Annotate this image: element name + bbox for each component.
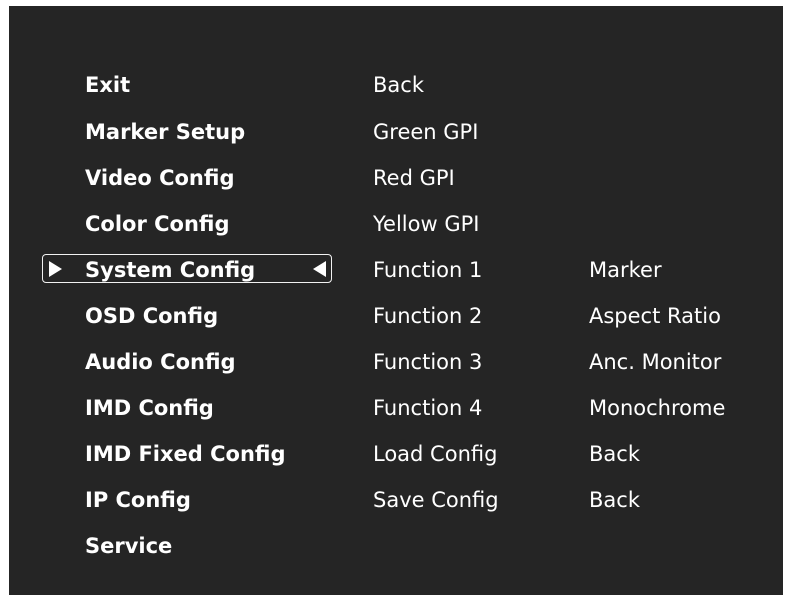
value-load-config: Back [589, 442, 640, 466]
submenu-item-yellow-gpi[interactable]: Yellow GPI [373, 208, 479, 240]
menu-item-imd-config[interactable]: IMD Config [85, 392, 214, 424]
submenu-item-save-config[interactable]: Save Config [373, 484, 499, 516]
value-function-1: Marker [589, 258, 662, 282]
menu-item-ip-config[interactable]: IP Config [85, 484, 191, 516]
menu-item-audio-config[interactable]: Audio Config [85, 346, 236, 378]
value-function-2: Aspect Ratio [589, 304, 721, 328]
value-save-config: Back [589, 488, 640, 512]
menu-item-system-config[interactable]: System Config [85, 254, 255, 286]
submenu-item-green-gpi[interactable]: Green GPI [373, 116, 478, 148]
menu-item-color-config[interactable]: Color Config [85, 208, 230, 240]
submenu-item-load-config[interactable]: Load Config [373, 438, 497, 470]
menu-item-video-config[interactable]: Video Config [85, 162, 234, 194]
submenu-item-function-2[interactable]: Function 2 [373, 300, 482, 332]
submenu-item-function-3[interactable]: Function 3 [373, 346, 482, 378]
menu-item-service[interactable]: Service [85, 530, 172, 562]
submenu-item-red-gpi[interactable]: Red GPI [373, 162, 455, 194]
menu-item-marker-setup[interactable]: Marker Setup [85, 116, 245, 148]
arrow-right-icon [49, 261, 62, 277]
osd-menu-screen: Exit Marker Setup Video Config Color Con… [9, 6, 783, 595]
value-function-3: Anc. Monitor [589, 350, 722, 374]
value-function-4: Monochrome [589, 396, 726, 420]
submenu-item-function-1[interactable]: Function 1 [373, 254, 482, 286]
menu-item-exit[interactable]: Exit [85, 69, 130, 101]
arrow-left-icon [313, 261, 326, 277]
menu-item-imd-fixed-config[interactable]: IMD Fixed Config [85, 438, 286, 470]
menu-item-osd-config[interactable]: OSD Config [85, 300, 218, 332]
submenu-item-back[interactable]: Back [373, 69, 424, 101]
submenu-item-function-4[interactable]: Function 4 [373, 392, 482, 424]
